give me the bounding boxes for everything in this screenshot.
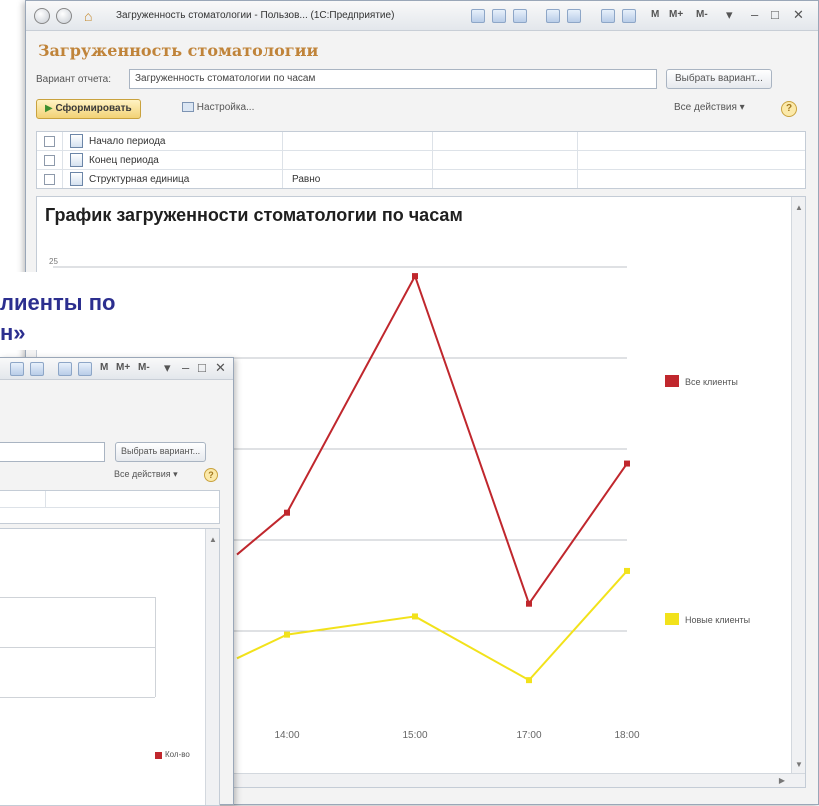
vertical-scrollbar[interactable]: ▲ — [205, 529, 219, 805]
paste-icon[interactable] — [30, 362, 44, 376]
generate-button[interactable]: ▶ Сформировать — [36, 99, 141, 119]
play-icon: ▶ — [45, 103, 56, 114]
legend-label: Кол-во — [165, 750, 190, 759]
scroll-down-icon[interactable]: ▼ — [795, 760, 803, 769]
calendar-icon — [70, 134, 83, 148]
filter-label: Структурная единица — [89, 174, 190, 185]
filter-row-unit[interactable]: Структурная единица Равно — [37, 170, 805, 189]
memory-minus-button[interactable]: M- — [138, 362, 150, 373]
forward-icon[interactable] — [56, 8, 72, 24]
data-point — [412, 613, 418, 620]
main-titlebar: ⌂ Загруженность стоматологии - Пользов..… — [26, 1, 818, 31]
data-point — [526, 600, 532, 607]
document-icon — [70, 172, 83, 186]
variant-label: Вариант отчета: — [36, 74, 111, 85]
filter-row-period-end[interactable]: Конец периода — [37, 151, 805, 170]
help-icon[interactable]: ? — [204, 468, 218, 482]
settings-icon — [182, 102, 194, 113]
maximize-icon[interactable]: □ — [771, 7, 779, 22]
slide-heading: лиенты по н» — [0, 272, 230, 350]
scroll-right-icon[interactable]: ▶ — [779, 776, 785, 785]
close-icon[interactable]: ✕ — [215, 360, 226, 376]
paste-icon[interactable] — [567, 9, 581, 23]
copy-icon[interactable] — [546, 9, 560, 23]
slide-heading-line2: н» — [0, 320, 26, 345]
calendar-icon[interactable] — [601, 9, 615, 23]
calendar-icon[interactable] — [58, 362, 72, 376]
save-icon[interactable] — [471, 9, 485, 23]
calendar-icon — [70, 153, 83, 167]
help-icon[interactable]: ? — [781, 101, 797, 117]
home-icon[interactable]: ⌂ — [84, 8, 92, 24]
vertical-scrollbar[interactable]: ▲ ▼ — [791, 197, 805, 773]
scroll-up-icon[interactable]: ▲ — [795, 203, 803, 212]
memory-plus-button[interactable]: M+ — [669, 9, 683, 20]
window-title: Загруженность стоматологии - Пользов... … — [116, 10, 395, 21]
all-actions-menu[interactable]: Все действия ▾ — [112, 466, 180, 486]
filter-checkbox[interactable] — [44, 155, 55, 166]
legend-swatch — [665, 613, 679, 625]
filter-checkbox[interactable] — [44, 136, 55, 147]
data-point — [284, 631, 290, 638]
x-tick-label: 17:00 — [516, 730, 541, 741]
series-line — [236, 273, 628, 606]
legend-swatch — [665, 375, 679, 387]
memory-button[interactable]: M — [100, 362, 108, 373]
filter-table — [0, 490, 220, 524]
minimize-icon[interactable]: – — [751, 7, 758, 22]
y-tick-label: 25 — [49, 257, 58, 266]
series-line — [236, 570, 628, 682]
choose-variant-button[interactable]: Выбрать вариант... — [115, 442, 207, 462]
data-point — [412, 273, 418, 280]
choose-variant-button[interactable]: Выбрать вариант... — [666, 69, 772, 89]
x-tick-label: 14:00 — [274, 730, 299, 741]
legend-swatch — [155, 752, 162, 759]
memory-plus-button[interactable]: M+ — [116, 362, 130, 373]
print-icon[interactable] — [492, 9, 506, 23]
settings-button[interactable]: Настройка... — [174, 99, 262, 119]
data-point — [284, 509, 290, 516]
maximize-icon[interactable]: □ — [198, 360, 206, 375]
filter-checkbox[interactable] — [44, 174, 55, 185]
legend-label: Все клиенты — [685, 377, 738, 387]
second-window: M M+ M- ▾ – □ ✕ Выбрать вариант... Все д… — [0, 357, 234, 806]
memory-button[interactable]: M — [651, 9, 659, 20]
copy-icon[interactable] — [10, 362, 24, 376]
data-point — [624, 460, 630, 467]
filter-condition: Равно — [292, 174, 321, 185]
info-icon[interactable]: ▾ — [164, 360, 171, 376]
all-actions-menu[interactable]: Все действия ▾ — [666, 99, 753, 119]
filter-row-period-start[interactable]: Начало периода — [37, 132, 805, 151]
x-tick-label: 18:00 — [614, 730, 639, 741]
close-icon[interactable]: ✕ — [793, 7, 804, 23]
form-title: Загруженность стоматологии — [38, 41, 319, 60]
data-point — [624, 567, 630, 574]
data-point — [526, 677, 532, 684]
report-area[interactable]: Кол-во ▲ — [0, 528, 220, 806]
settings-label: Настройка... — [196, 102, 255, 113]
filter-label: Начало периода — [89, 136, 166, 147]
variant-input[interactable] — [0, 442, 105, 462]
calculator-icon[interactable] — [78, 362, 92, 376]
preview-icon[interactable] — [513, 9, 527, 23]
variant-input[interactable]: Загруженность стоматологии по часам — [129, 69, 657, 89]
generate-label: Сформировать — [55, 103, 132, 114]
scroll-up-icon[interactable]: ▲ — [209, 535, 217, 544]
filter-label: Конец периода — [89, 155, 159, 166]
minimize-icon[interactable]: – — [182, 360, 189, 375]
slide-heading-line1: лиенты по — [0, 290, 116, 315]
second-titlebar: M M+ M- ▾ – □ ✕ — [0, 358, 233, 380]
back-icon[interactable] — [34, 8, 50, 24]
info-icon[interactable]: ▾ — [726, 7, 733, 23]
filter-table: Начало периода Конец периода Структурная… — [36, 131, 806, 189]
calculator-icon[interactable] — [622, 9, 636, 23]
x-tick-label: 15:00 — [402, 730, 427, 741]
memory-minus-button[interactable]: M- — [696, 9, 708, 20]
legend-label: Новые клиенты — [685, 615, 750, 625]
